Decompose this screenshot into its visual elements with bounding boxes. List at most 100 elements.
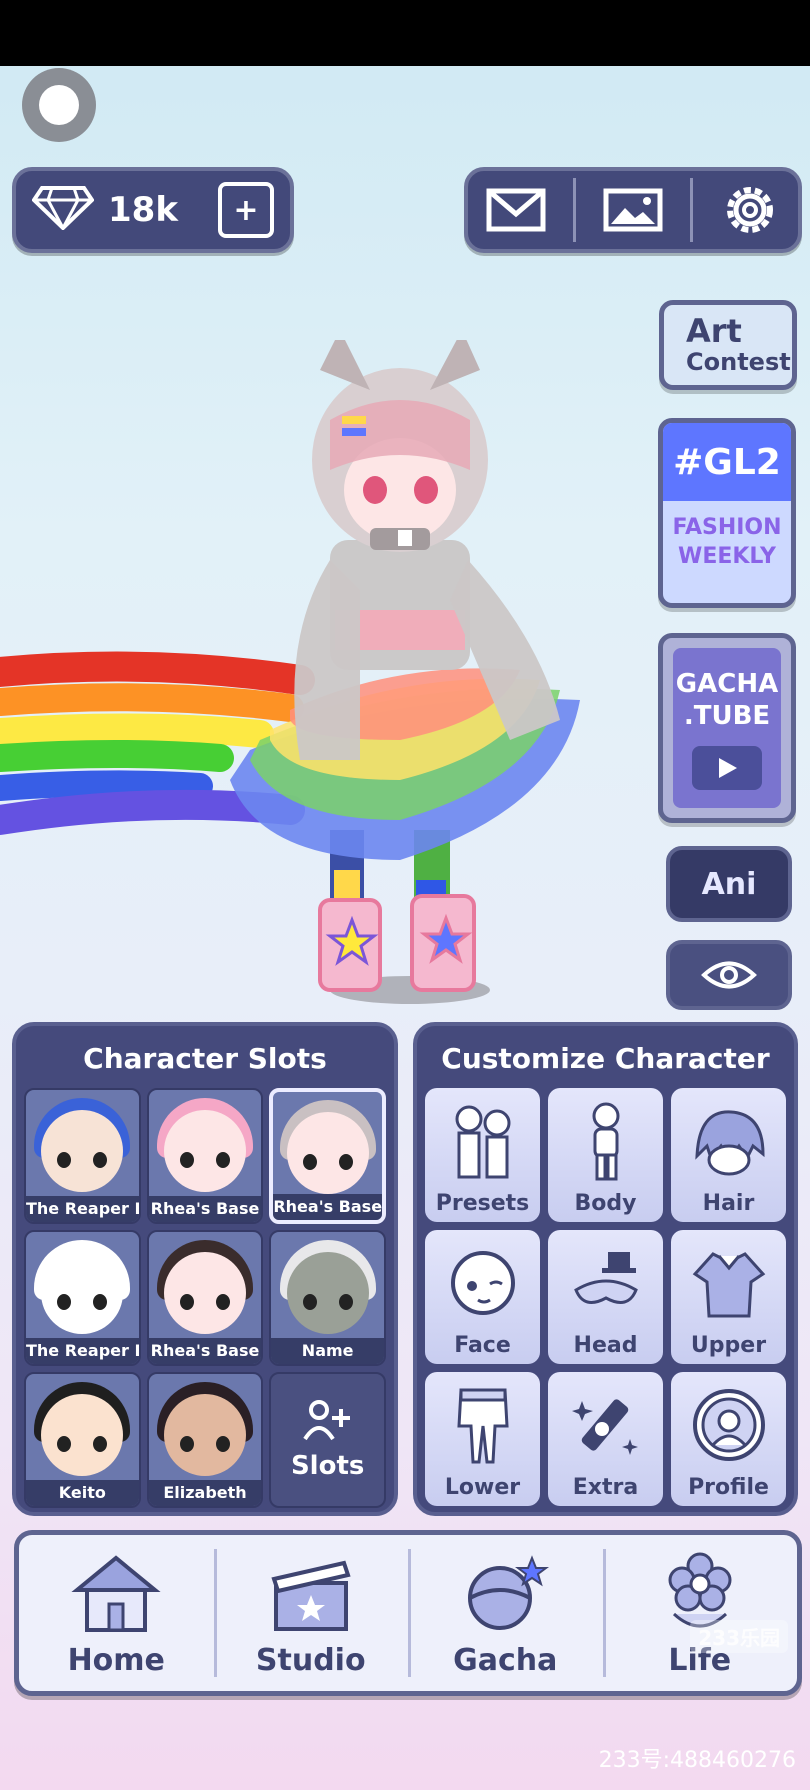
face-icon xyxy=(443,1242,523,1324)
slot-label: Name xyxy=(271,1338,384,1364)
nav-gacha[interactable]: Gacha xyxy=(408,1535,603,1691)
presets-icon xyxy=(443,1100,523,1182)
add-user-icon xyxy=(302,1400,350,1441)
watermark-id: 233号:488460276 xyxy=(598,1748,796,1773)
nav-gacha-label: Gacha xyxy=(453,1642,558,1678)
status-bar xyxy=(0,0,810,66)
art-contest-label-line2: Contest xyxy=(686,348,791,376)
wand-icon xyxy=(566,1384,646,1466)
slot-face xyxy=(286,1112,369,1194)
slot-label: Rhea's Base xyxy=(273,1194,382,1220)
presets-button[interactable]: Presets xyxy=(425,1088,540,1222)
profile-icon xyxy=(689,1384,769,1466)
character-slot[interactable]: Rhea's Base xyxy=(146,1230,264,1366)
circle-icon xyxy=(39,85,79,125)
extra-label: Extra xyxy=(572,1475,639,1500)
nav-life[interactable]: Life xyxy=(602,1535,798,1691)
divider xyxy=(573,178,577,242)
lower-label: Lower xyxy=(444,1475,521,1500)
toggle-visibility-button[interactable] xyxy=(666,940,792,1010)
nav-studio[interactable]: Studio xyxy=(213,1535,409,1691)
face-button[interactable]: Face xyxy=(425,1230,540,1364)
lower-button[interactable]: Lower xyxy=(425,1372,540,1506)
customize-character-panel: Customize Character Presets Body Hair Fa… xyxy=(413,1022,798,1516)
hair-button[interactable]: Hair xyxy=(671,1088,786,1222)
slot-face xyxy=(41,1252,124,1334)
mail-icon xyxy=(486,188,546,232)
profile-button[interactable]: Profile xyxy=(671,1372,786,1506)
head-button[interactable]: Head xyxy=(548,1230,663,1364)
slot-face xyxy=(41,1394,124,1476)
profile-label: Profile xyxy=(688,1475,769,1500)
top-right-toolbar xyxy=(464,167,802,253)
character-stage[interactable] xyxy=(0,330,640,1020)
gallery-button[interactable] xyxy=(593,175,673,245)
play-icon xyxy=(692,746,762,790)
character-slots-title: Character Slots xyxy=(83,1042,327,1075)
character-slot[interactable]: Name xyxy=(269,1230,386,1366)
body-button[interactable]: Body xyxy=(548,1088,663,1222)
currency-bar: 18k + xyxy=(12,167,294,253)
slot-label: Rhea's Base xyxy=(148,1338,262,1364)
body-icon xyxy=(566,1100,646,1182)
slot-face xyxy=(163,1110,246,1192)
presets-label: Presets xyxy=(435,1191,530,1216)
nav-home[interactable]: Home xyxy=(19,1535,214,1691)
mail-button[interactable] xyxy=(476,175,556,245)
art-contest-label-line1: Art xyxy=(686,312,742,350)
hair-icon xyxy=(689,1100,769,1182)
add-slots-label: Slots xyxy=(290,1451,365,1481)
slot-face xyxy=(163,1394,246,1476)
slot-face xyxy=(163,1252,246,1334)
head-label: Head xyxy=(573,1333,638,1358)
fashion-weekly-line2: WEEKLY xyxy=(678,544,776,569)
upper-button[interactable]: Upper xyxy=(671,1230,786,1364)
add-slots-button[interactable]: Slots xyxy=(269,1372,386,1508)
ani-button[interactable]: Ani xyxy=(666,846,792,922)
nav-home-label: Home xyxy=(67,1642,165,1678)
hair-label: Hair xyxy=(702,1191,755,1216)
slot-face xyxy=(41,1110,124,1192)
character-slot[interactable]: Keito xyxy=(24,1372,141,1508)
character-slot[interactable]: The Reaper Bo xyxy=(24,1230,141,1366)
diamond-icon xyxy=(31,186,95,234)
bottom-navigation: Home Studio Gacha Life xyxy=(14,1530,802,1696)
add-gems-button[interactable]: + xyxy=(218,182,274,238)
art-contest-button[interactable]: Art Contest xyxy=(659,300,797,390)
character-slot[interactable]: Rhea's Base xyxy=(146,1088,264,1224)
gacha-capsule-icon xyxy=(457,1549,553,1639)
shirt-icon xyxy=(689,1242,769,1324)
body-label: Body xyxy=(574,1191,637,1216)
fashion-weekly-button[interactable]: #GL2 FASHION WEEKLY xyxy=(658,418,796,608)
character-slot[interactable]: The Reaper Bo xyxy=(24,1088,141,1224)
upper-label: Upper xyxy=(690,1333,767,1358)
slot-label: The Reaper Bo xyxy=(26,1196,139,1222)
gacha-tube-line2: .TUBE xyxy=(683,701,771,731)
pants-icon xyxy=(443,1384,523,1466)
house-icon xyxy=(68,1549,164,1639)
slot-label: Keito xyxy=(26,1480,139,1506)
customize-title: Customize Character xyxy=(441,1042,770,1075)
image-icon xyxy=(603,188,663,232)
gacha-tube-button[interactable]: GACHA .TUBE xyxy=(658,633,796,823)
face-label: Face xyxy=(454,1333,511,1358)
nav-studio-label: Studio xyxy=(255,1642,366,1678)
slot-face xyxy=(286,1252,369,1334)
extra-button[interactable]: Extra xyxy=(548,1372,663,1506)
floating-assistive-button[interactable] xyxy=(22,68,96,142)
eye-icon xyxy=(701,961,757,989)
head-accessory-icon xyxy=(566,1242,646,1324)
character-slot[interactable]: Elizabeth xyxy=(146,1372,264,1508)
plus-icon: + xyxy=(233,192,259,228)
fashion-weekly-line1: FASHION xyxy=(672,515,782,540)
character-slots-panel: Character Slots The Reaper Bo Rhea's Bas… xyxy=(12,1022,398,1516)
gl2-tag: #GL2 xyxy=(663,423,791,501)
settings-button[interactable] xyxy=(710,175,790,245)
slot-label: Elizabeth xyxy=(148,1480,262,1506)
slot-label: Rhea's Base xyxy=(148,1196,262,1222)
gem-count: 18k xyxy=(108,190,178,230)
gear-icon xyxy=(726,187,773,233)
character-slot-selected[interactable]: Rhea's Base xyxy=(269,1088,386,1224)
clapperboard-icon xyxy=(263,1549,359,1639)
slot-label: The Reaper Bo xyxy=(26,1338,139,1364)
